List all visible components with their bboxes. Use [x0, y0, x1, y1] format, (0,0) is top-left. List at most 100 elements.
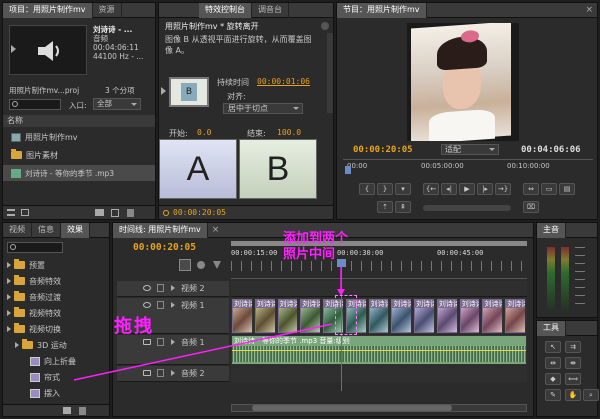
- track-area-video-2[interactable]: [231, 281, 527, 297]
- hand-tool-icon[interactable]: ✋: [565, 389, 581, 401]
- duration-value[interactable]: 00:00:01:06: [257, 77, 310, 86]
- delete-icon[interactable]: [79, 407, 86, 415]
- expand-arrow-icon[interactable]: [7, 262, 11, 268]
- play-transition-button[interactable]: [161, 87, 166, 95]
- expand-arrow-icon[interactable]: [7, 294, 11, 300]
- tab-program-monitor[interactable]: 节目：用照片制作mv: [337, 2, 427, 18]
- video-clip[interactable]: 刘诗诗: [481, 298, 504, 334]
- project-item-sequence[interactable]: 用照片制作mv: [3, 129, 155, 145]
- icon-view-icon[interactable]: [21, 209, 29, 216]
- track-header[interactable]: 视频 2: [117, 281, 229, 297]
- new-bin-icon[interactable]: [95, 209, 104, 216]
- vertical-scrollbar[interactable]: [327, 33, 333, 113]
- track-select-tool-icon[interactable]: ⇉: [565, 341, 581, 353]
- start-value[interactable]: 0.0: [197, 128, 211, 137]
- expand-arrow-icon[interactable]: [7, 278, 11, 284]
- timeline-current-time[interactable]: 00:00:20:05: [133, 242, 196, 253]
- extract-button[interactable]: ⇞: [395, 201, 411, 213]
- video-clip[interactable]: 刘诗诗: [413, 298, 435, 334]
- tab-audio-mixer[interactable]: 调音台: [252, 2, 289, 18]
- transition-thumbnail[interactable]: B: [169, 77, 209, 107]
- video-clip[interactable]: 刘诗诗: [435, 298, 458, 334]
- monitor-ruler[interactable]: 00:00 00:05:00:00 00:10:00:00: [343, 159, 593, 175]
- delete-icon[interactable]: [127, 209, 134, 217]
- list-view-icon[interactable]: [7, 209, 15, 216]
- effects-list-item[interactable]: 音频过渡: [3, 289, 109, 305]
- search-field[interactable]: [9, 99, 61, 110]
- project-item-audio[interactable]: 刘诗诗 - 等你的季节 .mp3: [3, 165, 155, 181]
- close-icon[interactable]: ×: [212, 225, 220, 235]
- tab-master-audio[interactable]: 主音: [537, 222, 566, 238]
- playhead-marker[interactable]: [345, 166, 351, 174]
- mark-out-button[interactable]: }: [377, 183, 393, 195]
- go-to-in-button[interactable]: {←: [423, 183, 439, 195]
- effects-search-field[interactable]: [7, 242, 63, 253]
- rolling-edit-tool-icon[interactable]: ⇼: [565, 357, 581, 369]
- timeline-ruler[interactable]: 00:00:15:00 00:00:30:00 00:00:45:00: [231, 239, 527, 279]
- mark-in-button[interactable]: {: [359, 183, 375, 195]
- project-item-folder[interactable]: 图片素材: [3, 147, 155, 163]
- eye-icon[interactable]: [143, 285, 151, 291]
- razor-tool-icon[interactable]: ◆: [545, 373, 561, 385]
- close-icon[interactable]: ×: [585, 5, 593, 15]
- lift-button[interactable]: ⇡: [377, 201, 393, 213]
- slip-tool-icon[interactable]: ⟺: [565, 373, 581, 385]
- keyframe-button[interactable]: [213, 261, 221, 269]
- end-value[interactable]: 100.0: [277, 128, 301, 137]
- export-frame-button[interactable]: ▤: [559, 183, 575, 195]
- go-to-out-button[interactable]: →}: [495, 183, 511, 195]
- tab-info[interactable]: 信息: [32, 222, 61, 238]
- collapse-arrow-icon[interactable]: [321, 22, 329, 30]
- align-dropdown[interactable]: 居中于切点: [223, 103, 303, 114]
- play-preview-button[interactable]: [11, 45, 16, 53]
- expand-arrow-icon[interactable]: [171, 285, 175, 291]
- step-back-button[interactable]: ◂|: [441, 183, 457, 195]
- zoom-tool-icon[interactable]: ⌕: [583, 389, 599, 401]
- ripple-edit-tool-icon[interactable]: ⇹: [545, 357, 561, 369]
- marker-button[interactable]: [197, 261, 205, 269]
- tab-effect-controls[interactable]: 特效控制台: [199, 2, 252, 18]
- new-item-icon[interactable]: [111, 209, 119, 217]
- trim-button[interactable]: ⌧: [523, 201, 539, 213]
- expand-arrow-icon[interactable]: [171, 302, 175, 308]
- fit-dropdown[interactable]: 适配: [441, 144, 499, 155]
- step-forward-button[interactable]: |▸: [477, 183, 493, 195]
- video-clip[interactable]: 刘诗诗: [367, 298, 390, 334]
- video-clip[interactable]: 刘诗诗: [458, 298, 481, 334]
- tools-panel: 工具 ↖ ⇉ ⇹ ⇼ ◆ ⟺ ✎ ✋ ⌕: [536, 320, 599, 417]
- safe-margins-button[interactable]: ▭: [541, 183, 557, 195]
- expand-arrow-icon[interactable]: [7, 326, 11, 332]
- name-column-header[interactable]: 名称: [3, 115, 155, 127]
- pen-tool-icon[interactable]: ✎: [545, 389, 561, 401]
- set-marker-button[interactable]: ▾: [395, 183, 411, 195]
- tab-tools[interactable]: 工具: [537, 320, 566, 336]
- eye-icon[interactable]: [143, 302, 151, 308]
- video-clip[interactable]: 刘诗诗: [504, 298, 526, 334]
- tab-video[interactable]: 视频: [3, 222, 32, 238]
- video-clip[interactable]: 刘诗诗: [390, 298, 413, 334]
- expand-arrow-icon[interactable]: [15, 342, 19, 348]
- lock-icon[interactable]: [157, 301, 164, 309]
- work-area-bar[interactable]: [231, 241, 527, 246]
- tab-resources[interactable]: 资源: [93, 2, 122, 18]
- tab-effects[interactable]: 效果: [61, 222, 90, 238]
- effect-timecode[interactable]: 00:00:20:05: [173, 208, 226, 217]
- new-bin-icon[interactable]: [63, 407, 71, 414]
- expand-arrow-icon[interactable]: [7, 310, 11, 316]
- jog-shuttle-slider[interactable]: [423, 205, 511, 211]
- playhead-handle[interactable]: [337, 259, 346, 267]
- selection-tool-icon[interactable]: ↖: [545, 341, 561, 353]
- audio-icon: [11, 168, 21, 178]
- timeline-hscroll[interactable]: [231, 404, 527, 412]
- effects-list-item[interactable]: 音频特效: [3, 273, 109, 289]
- preview-name: 刘诗诗 - ...: [93, 25, 133, 34]
- tab-timeline[interactable]: 时间线: 用照片制作mv: [113, 222, 208, 238]
- snap-toggle[interactable]: [179, 259, 191, 271]
- tab-project[interactable]: 项目：用照片制作mv: [3, 2, 93, 18]
- entry-dropdown[interactable]: 全部: [93, 98, 141, 110]
- play-button[interactable]: ▶: [459, 183, 475, 195]
- program-current-time[interactable]: 00:00:20:05: [353, 145, 413, 155]
- lock-icon[interactable]: [157, 284, 164, 292]
- loop-button[interactable]: ⇔: [523, 183, 539, 195]
- effects-list-item[interactable]: 预置: [3, 257, 109, 273]
